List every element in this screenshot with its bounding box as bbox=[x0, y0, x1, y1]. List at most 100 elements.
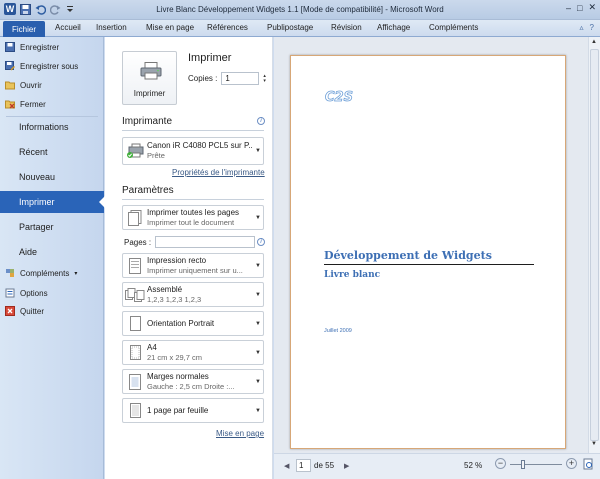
nav-label: Quitter bbox=[20, 306, 45, 316]
tab-view[interactable]: Affichage bbox=[377, 23, 410, 32]
printer-icon bbox=[140, 62, 162, 80]
pages-input[interactable] bbox=[155, 236, 256, 248]
nav-label: Enregistrer sous bbox=[20, 61, 79, 71]
pages-icon bbox=[125, 208, 145, 228]
sides-dropdown[interactable]: Impression recto Imprimer uniquement sur … bbox=[122, 253, 264, 278]
printer-heading: Imprimante bbox=[122, 116, 173, 127]
printer-properties-link[interactable]: Propriétés de l'imprimante bbox=[172, 168, 265, 177]
close-document-icon bbox=[5, 99, 15, 109]
tab-addins[interactable]: Compléments bbox=[429, 23, 478, 32]
copies-row: Copies : 1 ▴ ▾ bbox=[188, 72, 266, 85]
copies-spinner[interactable]: ▴ ▾ bbox=[263, 73, 266, 84]
tab-home[interactable]: Accueil bbox=[55, 23, 81, 32]
zoom-slider-track[interactable] bbox=[510, 464, 562, 465]
zoom-slider-thumb[interactable] bbox=[521, 460, 526, 469]
scroll-thumb[interactable] bbox=[590, 49, 599, 441]
orientation-dropdown[interactable]: Orientation Portrait ▼ bbox=[122, 311, 264, 336]
setting-line1: Marges normales bbox=[147, 371, 209, 381]
dropdown-arrow-icon: ▼ bbox=[255, 262, 261, 269]
backstage-nav: Enregistrer Enregistrer sous Ouvrir Ferm… bbox=[0, 37, 105, 479]
close-button[interactable]: ✕ bbox=[588, 2, 596, 13]
page-setup-link[interactable]: Mise en page bbox=[216, 429, 264, 438]
tab-review[interactable]: Révision bbox=[331, 23, 362, 32]
nav-addins[interactable]: Compléments ▾ bbox=[5, 266, 77, 280]
preview-scrollbar[interactable]: ▲ ▼ bbox=[588, 37, 600, 453]
paper-size-dropdown[interactable]: A4 21 cm x 29,7 cm ▼ bbox=[122, 340, 264, 365]
doc-date: Juillet 2009 bbox=[324, 328, 352, 334]
nav-label: Enregistrer bbox=[20, 42, 60, 52]
ribbon-right-controls: ▵ ? bbox=[580, 23, 594, 32]
nav-exit[interactable]: Quitter bbox=[5, 304, 44, 318]
copies-input[interactable]: 1 bbox=[221, 72, 260, 85]
nav-save[interactable]: Enregistrer bbox=[5, 40, 59, 54]
nav-share[interactable]: Partager bbox=[0, 216, 104, 238]
pages-info-icon[interactable]: i bbox=[257, 238, 265, 246]
setting-line2: Imprimer uniquement sur u... bbox=[147, 265, 243, 275]
printer-status: Prête bbox=[147, 151, 165, 160]
copies-label: Copies : bbox=[188, 74, 218, 83]
zoom-out-icon[interactable]: − bbox=[495, 458, 506, 469]
doc-title: Développement de Widgets bbox=[324, 249, 492, 262]
help-icon[interactable]: ? bbox=[590, 23, 594, 32]
save-icon bbox=[5, 42, 15, 52]
print-range-dropdown[interactable]: Imprimer toutes les pages Imprimer tout l… bbox=[122, 205, 264, 230]
page-total: de 55 bbox=[314, 461, 335, 470]
minimize-button[interactable]: – bbox=[566, 3, 571, 13]
setting-line2: 21 cm x 29,7 cm bbox=[147, 352, 203, 362]
maximize-button[interactable]: □ bbox=[577, 3, 582, 13]
tab-insert[interactable]: Insertion bbox=[96, 23, 127, 32]
tab-page-layout[interactable]: Mise en page bbox=[146, 23, 194, 32]
next-page-icon[interactable]: ▶ bbox=[344, 462, 349, 470]
nav-options[interactable]: Options bbox=[5, 286, 48, 300]
redo-icon[interactable] bbox=[49, 3, 61, 15]
tab-mailings[interactable]: Publipostage bbox=[267, 23, 313, 32]
nav-label: Options bbox=[20, 288, 48, 298]
zoom-in-icon[interactable]: + bbox=[566, 458, 577, 469]
quick-access-toolbar: W bbox=[4, 3, 76, 15]
zoom-level[interactable]: 52 % bbox=[464, 461, 482, 470]
nav-info[interactable]: Informations bbox=[0, 116, 104, 138]
tab-file[interactable]: Fichier bbox=[3, 21, 45, 37]
printer-info-icon[interactable]: i bbox=[257, 117, 265, 125]
print-heading: Imprimer bbox=[188, 52, 232, 64]
window-title: Livre Blanc Développement Widgets 1.1 [M… bbox=[156, 5, 444, 14]
scroll-down-icon[interactable]: ▼ bbox=[591, 441, 597, 447]
tab-references[interactable]: Références bbox=[207, 23, 248, 32]
title-bar: W Livre Blanc Développement Widgets 1.1 … bbox=[0, 0, 600, 20]
print-button[interactable]: Imprimer bbox=[122, 51, 177, 105]
c2s-logo-text: C2S bbox=[325, 90, 353, 103]
collation-dropdown[interactable]: Assemblé 1,2,3 1,2,3 1,2,3 ▼ bbox=[122, 282, 264, 307]
word-app-icon[interactable]: W bbox=[4, 3, 16, 15]
pages-per-sheet-dropdown[interactable]: 1 page par feuille ▼ bbox=[122, 398, 264, 423]
printer-dropdown[interactable]: Canon iR C4080 PCL5 sur P... Prête ▼ bbox=[122, 137, 264, 165]
network-printer-icon bbox=[125, 141, 145, 161]
margins-dropdown[interactable]: Marges normales Gauche : 2,5 cm Droite :.… bbox=[122, 369, 264, 394]
pages-label: Pages : bbox=[124, 237, 152, 247]
dropdown-arrow-icon: ▼ bbox=[255, 214, 261, 221]
customize-toolbar-icon[interactable] bbox=[64, 3, 76, 15]
scroll-up-icon[interactable]: ▲ bbox=[591, 39, 597, 45]
nav-open[interactable]: Ouvrir bbox=[5, 78, 42, 92]
page-number-input[interactable]: 1 bbox=[296, 459, 311, 472]
addins-icon bbox=[5, 268, 15, 278]
setting-line1: Imprimer toutes les pages bbox=[147, 207, 240, 217]
nav-help[interactable]: Aide bbox=[0, 241, 104, 263]
setting-line2: Imprimer tout le document bbox=[147, 217, 235, 227]
nav-close[interactable]: Fermer bbox=[5, 97, 46, 111]
previous-page-icon[interactable]: ◀ bbox=[284, 462, 289, 470]
save-icon[interactable] bbox=[19, 3, 31, 15]
settings-heading: Paramètres bbox=[122, 185, 174, 196]
dropdown-arrow-icon: ▾ bbox=[74, 270, 78, 277]
setting-line1: 1 page par feuille bbox=[147, 405, 209, 415]
zoom-to-page-icon[interactable] bbox=[582, 458, 594, 470]
exit-icon bbox=[5, 306, 15, 316]
doc-subtitle: Livre blanc bbox=[324, 270, 381, 280]
nav-new[interactable]: Nouveau bbox=[0, 166, 104, 188]
nav-recent[interactable]: Récent bbox=[0, 141, 104, 163]
minimize-ribbon-icon[interactable]: ▵ bbox=[580, 23, 584, 32]
nav-print[interactable]: Imprimer bbox=[0, 191, 105, 213]
printer-divider bbox=[122, 130, 264, 131]
undo-icon[interactable] bbox=[34, 3, 46, 15]
ribbon-tabs: Fichier Accueil Insertion Mise en page R… bbox=[0, 20, 600, 37]
nav-save-as[interactable]: Enregistrer sous bbox=[5, 59, 78, 73]
